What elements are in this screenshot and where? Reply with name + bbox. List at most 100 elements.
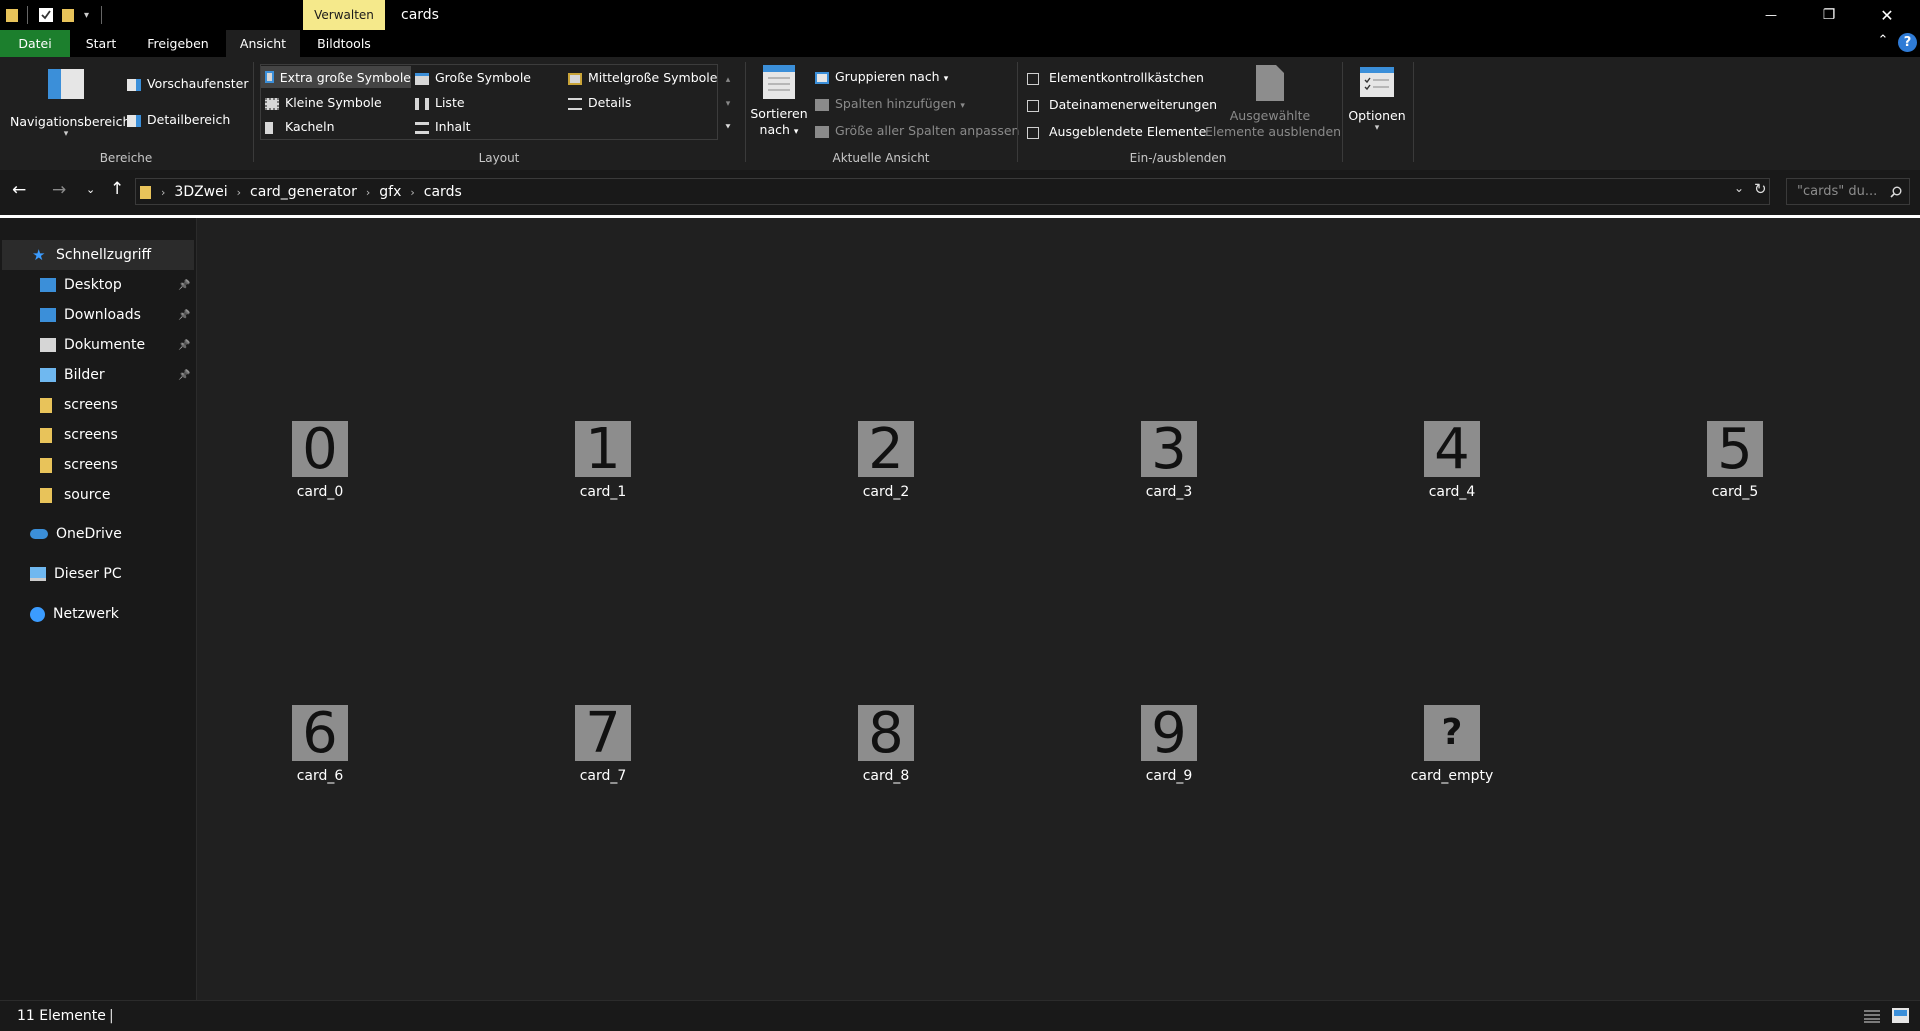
file-item[interactable]: 2 card_2 — [821, 421, 951, 500]
file-extensions-toggle[interactable]: Dateinamenerweiterungen — [1027, 97, 1217, 113]
file-item[interactable]: 6 card_6 — [255, 705, 385, 784]
file-thumbnail: 9 — [1141, 705, 1197, 761]
preview-pane-button[interactable]: Vorschaufenster — [127, 76, 249, 92]
back-button[interactable]: ← — [12, 180, 26, 200]
options-button[interactable]: Optionen ▾ — [1346, 66, 1408, 133]
tab-bildtools[interactable]: Bildtools — [303, 30, 385, 57]
layout-content[interactable]: Inhalt — [415, 119, 471, 135]
layout-small-icons[interactable]: Kleine Symbole — [265, 95, 382, 111]
file-name: card_empty — [1410, 768, 1494, 784]
search-input[interactable]: "cards" du... — [1786, 178, 1910, 205]
checkbox[interactable] — [1027, 126, 1039, 139]
search-icon[interactable] — [1890, 186, 1902, 198]
sidebar-item-screens[interactable]: screens — [0, 420, 196, 450]
tab-freigeben[interactable]: Freigeben — [132, 30, 224, 57]
sidebar-item-desktop[interactable]: Desktop 📌 — [0, 270, 196, 300]
file-thumbnail: 0 — [292, 421, 348, 477]
minimize-button[interactable]: — — [1742, 0, 1800, 30]
file-item[interactable]: 0 card_0 — [255, 421, 385, 500]
sidebar-item-downloads[interactable]: Downloads 📌 — [0, 300, 196, 330]
breadcrumb-separator-icon[interactable]: › — [237, 186, 241, 199]
sidebar-item-network[interactable]: Netzwerk — [0, 599, 196, 629]
gallery-scroll-icons[interactable]: ▴ ▾ ⯆ — [722, 68, 734, 140]
layout-tiles[interactable]: Kacheln — [265, 119, 335, 135]
restore-button[interactable]: ❐ — [1800, 0, 1858, 30]
sidebar-item-dokumente[interactable]: Dokumente 📌 — [0, 330, 196, 360]
sidebar-item-this-pc[interactable]: Dieser PC — [0, 559, 196, 589]
file-thumbnail: 6 — [292, 705, 348, 761]
sidebar-item-source[interactable]: source — [0, 480, 196, 510]
pin-icon[interactable]: 📌 — [178, 370, 190, 381]
file-item[interactable]: 7 card_7 — [538, 705, 668, 784]
checkbox[interactable] — [1027, 72, 1039, 85]
layout-list[interactable]: Liste — [415, 95, 465, 111]
navigation-pane-button[interactable]: Navigationsbereich ▾ — [10, 65, 130, 139]
breadcrumb-item[interactable]: 3DZwei — [174, 184, 227, 200]
layout-extra-large-icons[interactable]: Extra große Symbole — [261, 66, 411, 88]
fit-columns-button[interactable]: Größe aller Spalten anpassen — [815, 123, 1019, 139]
large-icons-view-icon[interactable] — [1892, 1008, 1909, 1023]
tab-start[interactable]: Start — [70, 30, 132, 57]
file-item[interactable]: ? card_empty — [1387, 705, 1517, 784]
group-by-button[interactable]: Gruppieren nach ▾ — [815, 69, 948, 85]
forward-button[interactable]: → — [52, 180, 66, 200]
recent-locations-button[interactable]: ⌄ — [86, 183, 95, 196]
breadcrumb-item[interactable]: gfx — [379, 184, 401, 200]
layout-details[interactable]: Details — [568, 95, 631, 111]
item-checkboxes-toggle[interactable]: Elementkontrollkästchen — [1027, 70, 1204, 86]
details-pane-button[interactable]: Detailbereich — [127, 112, 230, 128]
checkbox[interactable] — [1027, 99, 1039, 112]
sidebar-item-onedrive[interactable]: OneDrive — [0, 519, 196, 549]
hide-selected-button[interactable]: Ausgewählte Elemente ausblenden — [1205, 64, 1341, 140]
refresh-button[interactable]: ↻ — [1754, 180, 1767, 198]
folder-icon[interactable] — [6, 7, 19, 23]
sidebar-item-bilder[interactable]: Bilder 📌 — [0, 360, 196, 390]
hidden-items-toggle[interactable]: Ausgeblendete Elemente — [1027, 124, 1206, 140]
tab-datei[interactable]: Datei — [0, 30, 70, 57]
sidebar-item-label: Bilder — [64, 367, 105, 383]
dropdown-arrow-icon: ▾ — [960, 101, 965, 111]
collapse-ribbon-icon[interactable]: ⌃ — [1873, 33, 1893, 53]
file-name: card_0 — [296, 484, 344, 500]
breadcrumb-item[interactable]: card_generator — [250, 184, 357, 200]
breadcrumb-separator-icon[interactable]: › — [410, 186, 414, 199]
sidebar-item-quick-access[interactable]: ★ Schnellzugriff — [2, 240, 194, 270]
file-item[interactable]: 5 card_5 — [1670, 421, 1800, 500]
help-icon[interactable]: ? — [1898, 33, 1917, 52]
add-columns-button[interactable]: Spalten hinzufügen ▾ — [815, 96, 965, 112]
layout-large-icons[interactable]: Große Symbole — [415, 70, 531, 86]
file-name: card_3 — [1145, 484, 1193, 500]
hidden-items-label: Ausgeblendete Elemente — [1049, 124, 1207, 139]
status-separator: | — [109, 1008, 114, 1024]
breadcrumb-separator-icon[interactable]: › — [161, 186, 165, 199]
close-button[interactable]: ✕ — [1858, 0, 1916, 30]
properties-icon[interactable] — [38, 7, 54, 23]
sidebar-item-screens[interactable]: screens — [0, 390, 196, 420]
sidebar-item-screens[interactable]: screens — [0, 450, 196, 480]
chevron-down-icon: ⌄ — [86, 183, 96, 196]
sort-by-button[interactable]: Sortieren nach ▾ — [750, 64, 808, 140]
pin-icon[interactable]: 📌 — [178, 310, 190, 321]
group-separator — [745, 62, 746, 162]
tab-verwalten[interactable]: Verwalten — [303, 0, 385, 30]
pin-icon[interactable]: 📌 — [178, 340, 190, 351]
new-folder-icon[interactable] — [62, 7, 75, 23]
group-title-bereiche: Bereiche — [99, 151, 153, 165]
document-icon — [40, 338, 56, 352]
pin-icon[interactable]: 📌 — [178, 280, 190, 291]
up-button[interactable]: ↑ — [110, 179, 124, 199]
details-view-icon[interactable] — [1864, 1009, 1880, 1023]
tab-ansicht[interactable]: Ansicht — [226, 30, 300, 57]
file-item[interactable]: 9 card_9 — [1104, 705, 1234, 784]
file-item[interactable]: 4 card_4 — [1387, 421, 1517, 500]
file-item[interactable]: 1 card_1 — [538, 421, 668, 500]
folder-icon — [40, 427, 52, 443]
file-item[interactable]: 3 card_3 — [1104, 421, 1234, 500]
breadcrumb-separator-icon[interactable]: › — [366, 186, 370, 199]
customize-toolbar-icon[interactable]: ▾ — [84, 10, 89, 21]
breadcrumb-item[interactable]: cards — [424, 184, 462, 200]
layout-medium-icons[interactable]: Mittelgroße Symbole — [568, 70, 717, 86]
address-history-button[interactable]: ⌄ — [1734, 181, 1744, 195]
sidebar-item-label: screens — [64, 457, 118, 473]
file-item[interactable]: 8 card_8 — [821, 705, 951, 784]
